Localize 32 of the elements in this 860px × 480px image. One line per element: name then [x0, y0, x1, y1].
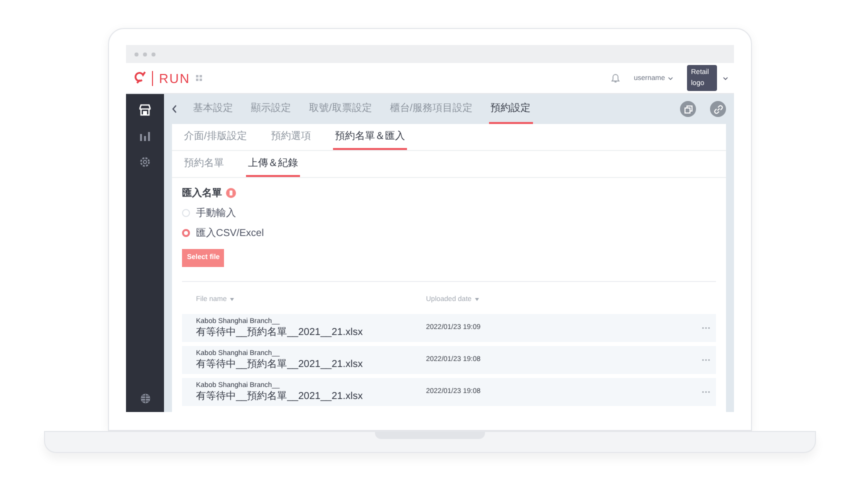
sub-tab[interactable]: 介面/排版設定: [182, 124, 249, 150]
bar-chart-icon[interactable]: [139, 130, 151, 142]
chevron-down-icon[interactable]: [723, 76, 728, 80]
settings-tab[interactable]: 櫃台/服務項目設定: [388, 94, 475, 124]
app-name: RUN: [152, 70, 190, 86]
sub-tab[interactable]: 預約名單＆匯入: [332, 124, 407, 150]
logo-icon: [134, 71, 146, 85]
sort-caret-icon[interactable]: [474, 298, 479, 301]
bell-icon[interactable]: [610, 73, 620, 83]
copy-button[interactable]: [680, 101, 696, 117]
settings-tab[interactable]: 取號/取票設定: [307, 94, 374, 124]
copy-icon[interactable]: [684, 104, 692, 114]
globe-icon[interactable]: [140, 392, 150, 404]
store-icon[interactable]: [139, 104, 151, 116]
link-icon[interactable]: [714, 104, 722, 114]
info-icon[interactable]: [226, 188, 236, 198]
section-tab[interactable]: 預約名單: [182, 151, 226, 177]
settings-tab[interactable]: 顯示設定: [249, 94, 293, 124]
grid-icon[interactable]: [196, 75, 202, 81]
chevron-down-icon[interactable]: [668, 76, 673, 80]
sort-caret-icon[interactable]: [230, 298, 234, 301]
section-title: 匯入名單: [182, 186, 222, 200]
link-button[interactable]: [710, 101, 726, 117]
sub-tab[interactable]: 預約選項: [268, 124, 313, 150]
radio-label[interactable]: 手動輸入: [196, 206, 236, 220]
radio-label[interactable]: 匯入CSV/Excel: [196, 226, 264, 240]
back-chevron-icon[interactable]: [172, 105, 177, 113]
radio-button[interactable]: [182, 229, 190, 237]
settings-tab[interactable]: 基本設定: [191, 94, 235, 124]
window-dots-icon: [134, 52, 156, 56]
section-tab[interactable]: 上傳＆紀錄: [246, 151, 300, 177]
settings-icon[interactable]: [139, 156, 151, 168]
